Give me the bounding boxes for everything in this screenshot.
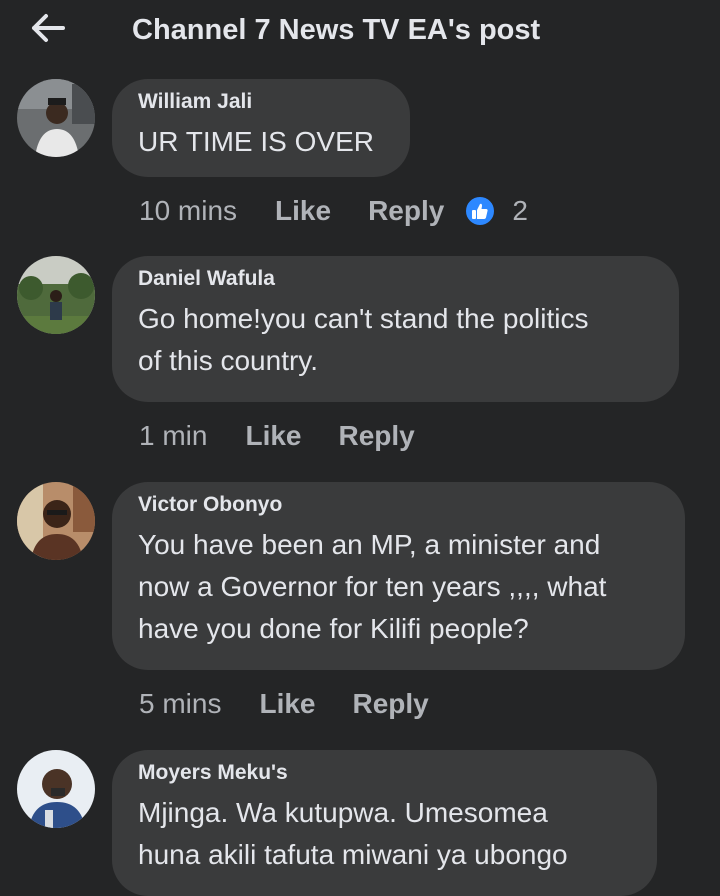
- comment-author[interactable]: Victor Obonyo: [138, 493, 282, 517]
- back-button[interactable]: [28, 8, 68, 48]
- thumbs-up-icon: [464, 195, 497, 227]
- comment-actions: 10 mins Like Reply 2: [139, 191, 528, 231]
- like-button[interactable]: Like: [275, 195, 331, 227]
- avatar[interactable]: [17, 482, 95, 560]
- comment-time[interactable]: 1 min: [139, 420, 207, 452]
- comment-bubble[interactable]: Moyers Meku's Mjinga. Wa kutupwa. Umesom…: [112, 750, 657, 896]
- comment-author[interactable]: William Jali: [138, 90, 252, 114]
- avatar[interactable]: [17, 256, 95, 334]
- reply-button[interactable]: Reply: [368, 195, 444, 227]
- avatar[interactable]: [17, 750, 95, 828]
- comment-text: Mjinga. Wa kutupwa. Umesomea huna akili …: [138, 797, 568, 870]
- reply-button[interactable]: Reply: [353, 688, 429, 720]
- comment-bubble[interactable]: Daniel Wafula Go home!you can't stand th…: [112, 256, 679, 402]
- comment-text: You have been an MP, a minister and now …: [138, 529, 607, 644]
- page-title: Channel 7 News TV EA's post: [132, 14, 541, 46]
- comment-time[interactable]: 5 mins: [139, 688, 221, 720]
- comment-author[interactable]: Moyers Meku's: [138, 761, 288, 785]
- reply-button[interactable]: Reply: [339, 420, 415, 452]
- comment-actions: 5 mins Like Reply: [139, 684, 429, 724]
- comment-text: Go home!you can't stand the politics of …: [138, 303, 589, 376]
- comment-time[interactable]: 10 mins: [139, 195, 237, 227]
- top-bar: Channel 7 News TV EA's post: [0, 0, 720, 64]
- reaction-summary[interactable]: 2: [464, 195, 528, 227]
- like-button[interactable]: Like: [259, 688, 315, 720]
- comment-author[interactable]: Daniel Wafula: [138, 267, 275, 291]
- avatar[interactable]: [17, 79, 95, 157]
- comment-bubble[interactable]: Victor Obonyo You have been an MP, a min…: [112, 482, 685, 670]
- comment-bubble[interactable]: William Jali UR TIME IS OVER: [112, 79, 410, 177]
- reaction-count: 2: [512, 195, 528, 226]
- comment-text: UR TIME IS OVER: [138, 126, 374, 157]
- comment-actions: 1 min Like Reply: [139, 416, 415, 456]
- like-button[interactable]: Like: [245, 420, 301, 452]
- arrow-left-icon: [32, 14, 65, 42]
